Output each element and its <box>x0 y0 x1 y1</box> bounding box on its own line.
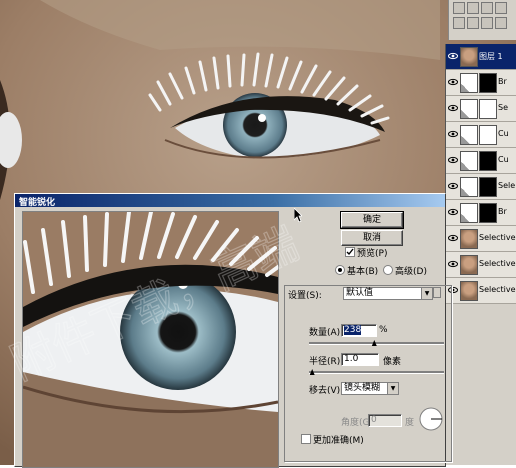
checkmark-icon <box>346 248 354 256</box>
remove-label: 移去(V): <box>309 386 344 396</box>
eye-icon[interactable] <box>448 130 458 138</box>
tool-button[interactable] <box>453 17 465 29</box>
layer-mask-thumbnail[interactable] <box>479 203 497 223</box>
layer-name: 图层 1 <box>479 52 503 61</box>
settings-value: 默认值 <box>346 288 374 298</box>
eye-icon[interactable] <box>448 260 458 268</box>
preview-area[interactable] <box>22 211 279 468</box>
layer-row[interactable]: Br <box>446 70 516 96</box>
eye-icon[interactable] <box>448 104 458 112</box>
layer-row[interactable]: Br <box>446 200 516 226</box>
tool-button[interactable] <box>453 2 465 14</box>
eye-icon[interactable] <box>448 156 458 164</box>
layer-name: Cu <box>498 129 509 138</box>
layer-name: Selective Co <box>479 285 516 294</box>
layer-thumbnail <box>460 229 478 249</box>
angle-dial-icon[interactable] <box>419 407 443 431</box>
preview-checkbox[interactable] <box>345 247 355 257</box>
smart-sharpen-dialog: 智能锐化 确定 取消 预览(P) 基本(B) 高级(D) 设置(S): 默认值 … <box>14 193 452 468</box>
tool-button[interactable] <box>495 2 507 14</box>
layer-name: Selective Co <box>479 259 516 268</box>
layer-row[interactable]: Selective Co <box>446 278 516 304</box>
layer-row[interactable]: Sele <box>446 174 516 200</box>
tool-button[interactable] <box>467 2 479 14</box>
amount-label: 数量(A): <box>309 328 344 338</box>
layer-row[interactable]: Cu <box>446 122 516 148</box>
dialog-title: 智能锐化 <box>19 198 56 208</box>
settings-label: 设置(S): <box>288 291 322 301</box>
layer-mask-thumbnail[interactable] <box>479 73 497 93</box>
more-accurate-checkbox[interactable] <box>301 434 311 444</box>
pointer-cursor-icon <box>294 208 302 222</box>
layer-row[interactable]: Cu <box>446 148 516 174</box>
tool-button[interactable] <box>481 17 493 29</box>
toolbox-panel <box>448 0 516 40</box>
layer-name: Se <box>498 103 508 112</box>
eye-icon[interactable] <box>448 234 458 242</box>
amount-value: 238 <box>344 325 362 335</box>
eye-icon[interactable] <box>448 78 458 86</box>
layers-panel: 图层 1 Br Se Cu Cu Sele Br Selective Co Selective … <box>445 44 516 465</box>
radius-slider-track[interactable] <box>309 371 444 374</box>
mode-advanced-label: 高级(D) <box>395 267 427 277</box>
remove-dropdown[interactable]: 镜头模糊 ▼ <box>341 382 399 395</box>
layer-mask-thumbnail[interactable] <box>479 99 497 119</box>
layer-row[interactable]: Selective Co <box>446 226 516 252</box>
amount-slider-track[interactable] <box>309 342 444 345</box>
preview-label: 预览(P) <box>357 249 388 259</box>
radius-value: 1.0 <box>344 354 359 364</box>
angle-unit: 度 <box>405 418 415 428</box>
save-settings-icon[interactable] <box>433 287 441 298</box>
radius-label: 半径(R): <box>309 357 344 367</box>
mode-basic-radio[interactable] <box>335 265 345 275</box>
layer-thumbnail <box>460 281 478 301</box>
layer-mask-thumbnail[interactable] <box>479 125 497 145</box>
layer-mask-thumbnail[interactable] <box>479 151 497 171</box>
eye-icon[interactable] <box>448 52 458 60</box>
radius-unit: 像素 <box>383 357 402 367</box>
remove-value: 镜头模糊 <box>344 383 381 393</box>
layer-name: Sele <box>498 181 516 190</box>
radius-input[interactable]: 1.0 <box>341 353 379 366</box>
eye-icon[interactable] <box>448 208 458 216</box>
settings-dropdown[interactable]: 默认值 ▼ <box>343 287 433 300</box>
chevron-down-icon: ▼ <box>421 288 432 299</box>
layer-thumbnail <box>460 151 478 171</box>
layer-thumbnail <box>460 177 478 197</box>
ok-button[interactable]: 确定 <box>340 211 404 229</box>
chevron-down-icon: ▼ <box>387 383 398 394</box>
tool-button[interactable] <box>495 17 507 29</box>
layer-name: Br <box>498 77 507 86</box>
cancel-button[interactable]: 取消 <box>341 230 403 246</box>
angle-value: 0 <box>371 415 377 425</box>
layer-thumbnail <box>460 203 478 223</box>
layer-name: Cu <box>498 155 509 164</box>
mode-advanced-radio[interactable] <box>383 265 393 275</box>
layer-row[interactable]: Selective Co <box>446 252 516 278</box>
layer-thumbnail <box>460 125 478 145</box>
more-accurate-label: 更加准确(M) <box>313 436 364 446</box>
amount-unit: % <box>379 325 388 335</box>
tool-button[interactable] <box>481 2 493 14</box>
layer-mask-thumbnail[interactable] <box>479 177 497 197</box>
layer-thumbnail <box>460 255 478 275</box>
layer-name: Selective Co <box>479 233 516 242</box>
amount-input[interactable]: 238 <box>341 324 377 337</box>
mode-basic-label: 基本(B) <box>347 267 379 277</box>
layer-row[interactable]: Se <box>446 96 516 122</box>
layer-name: Br <box>498 207 507 216</box>
angle-input[interactable]: 0 <box>368 414 402 427</box>
layer-thumbnail <box>460 99 478 119</box>
eye-icon[interactable] <box>448 182 458 190</box>
layer-thumbnail <box>460 73 478 93</box>
tool-button[interactable] <box>467 17 479 29</box>
layer-thumbnail <box>460 47 478 67</box>
dialog-titlebar[interactable]: 智能锐化 <box>15 194 445 208</box>
layer-row[interactable]: 图层 1 <box>446 44 516 70</box>
